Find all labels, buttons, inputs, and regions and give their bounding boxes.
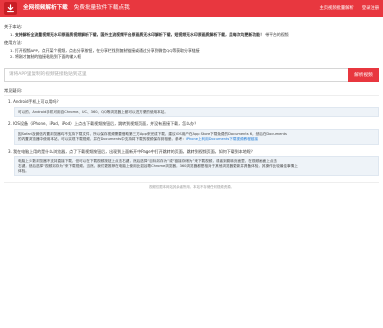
top-bar: 全网视频解析下载 免费批量软件下载点我 主页视频批量解析 登录注册 [0, 0, 383, 17]
intro-label: 关于本站: [4, 24, 23, 29]
usage-step: 1. 打开视频APP，点开某个视频，点击分享按钮，在分享栏找到复制链接或通过分享… [10, 47, 200, 53]
top-nav: 主页视频批量解析 登录注册 [319, 6, 379, 12]
faq-answer-text: 的内置浏览器中使用本站，可以实现下载视频，并在Documents中支持将下载的视… [18, 136, 186, 141]
faq-list: 1. Android手机上可以用吗？ 可以的，Android手机可用自Chrom… [4, 99, 379, 177]
site-title[interactable]: 全网视频解析下载 [23, 5, 68, 13]
tagline-link[interactable]: 免费批量软件下载点我 [74, 5, 130, 13]
intro-item-text: 支持解析全流量视频无水印原画质视频解析下载，国外主流视频平台原画质无水印解析下载… [14, 31, 264, 37]
faq-question: 3. 我在电脑上用的是什么浏览器，点了下载视频按钮后，出现到上面新开中Page中… [8, 148, 255, 154]
faq-answer: 因Safari及微信内置浏览器均不支持下载文件，所以保存视频需要借助第三方App… [14, 128, 379, 145]
usage-list: 1. 打开视频APP，点开某个视频，点击分享按钮，在分享栏找到复制链接或通过分享… [4, 48, 379, 60]
nav-login-register[interactable]: 登录注册 [362, 6, 379, 12]
faq-answer-line: 体验。 [18, 168, 29, 173]
usage-label: 使用方法: [4, 39, 23, 45]
footer-disclaimer: 视频仅限本网站其余者所用，本站不存储任何视频资源。 [4, 182, 379, 192]
nav-batch-parse[interactable]: 主页视频批量解析 [319, 6, 353, 12]
faq-answer: 电脑上少数浏览器不支持直接下载，但可以在下载视频按钮上点击右键，然后选择“目标另… [14, 155, 379, 177]
intro-item: 1. 支持解析全流量视频无水印原画质视频解析下载，国外主流视频平台原画质无水印解… [10, 32, 379, 37]
faq-question: 1. Android手机上可以用吗？ [8, 99, 61, 105]
main-content: 关于本站: 1. 支持解析全流量视频无水印原画质视频解析下载，国外主流视频平台原… [0, 17, 383, 192]
faq-answer-line: 可以的，Android手机可用自Chrome、UC、360、QQ等浏览器上都可以… [18, 109, 168, 114]
download-icon[interactable] [4, 2, 17, 15]
intro-list: 1. 支持解析全流量视频无水印原画质视频解析下载，国外主流视频平台原画质无水印解… [4, 32, 379, 37]
parse-video-button[interactable]: 解析视频 [348, 67, 379, 82]
faq-answer: 可以的，Android手机可用自Chrome、UC、360、QQ等浏览器上都可以… [14, 106, 379, 118]
usage-step: 2. 将刚才复制的链接粘贴到下面的输入框 [10, 54, 82, 60]
faq-title: 常见疑问: [4, 88, 379, 97]
intro-item-number: 1. [10, 31, 14, 37]
search-bar: 解析视频 [4, 67, 379, 82]
faq-question: 2. IOS设备（iPhone、iPad、iPod）上点击下载视频按钮后，跳转到… [8, 121, 199, 127]
video-url-input[interactable] [4, 67, 348, 82]
faq-answer-line: 的内置浏览器中使用本站，可以实现下载视频，并在Documents中支持将下载的视… [18, 137, 375, 142]
documents-tutorial-link[interactable]: iPhone上利用Documents下载视频教程链接 [186, 137, 258, 141]
intro-item-tail: 带平台的视频 [265, 31, 289, 37]
